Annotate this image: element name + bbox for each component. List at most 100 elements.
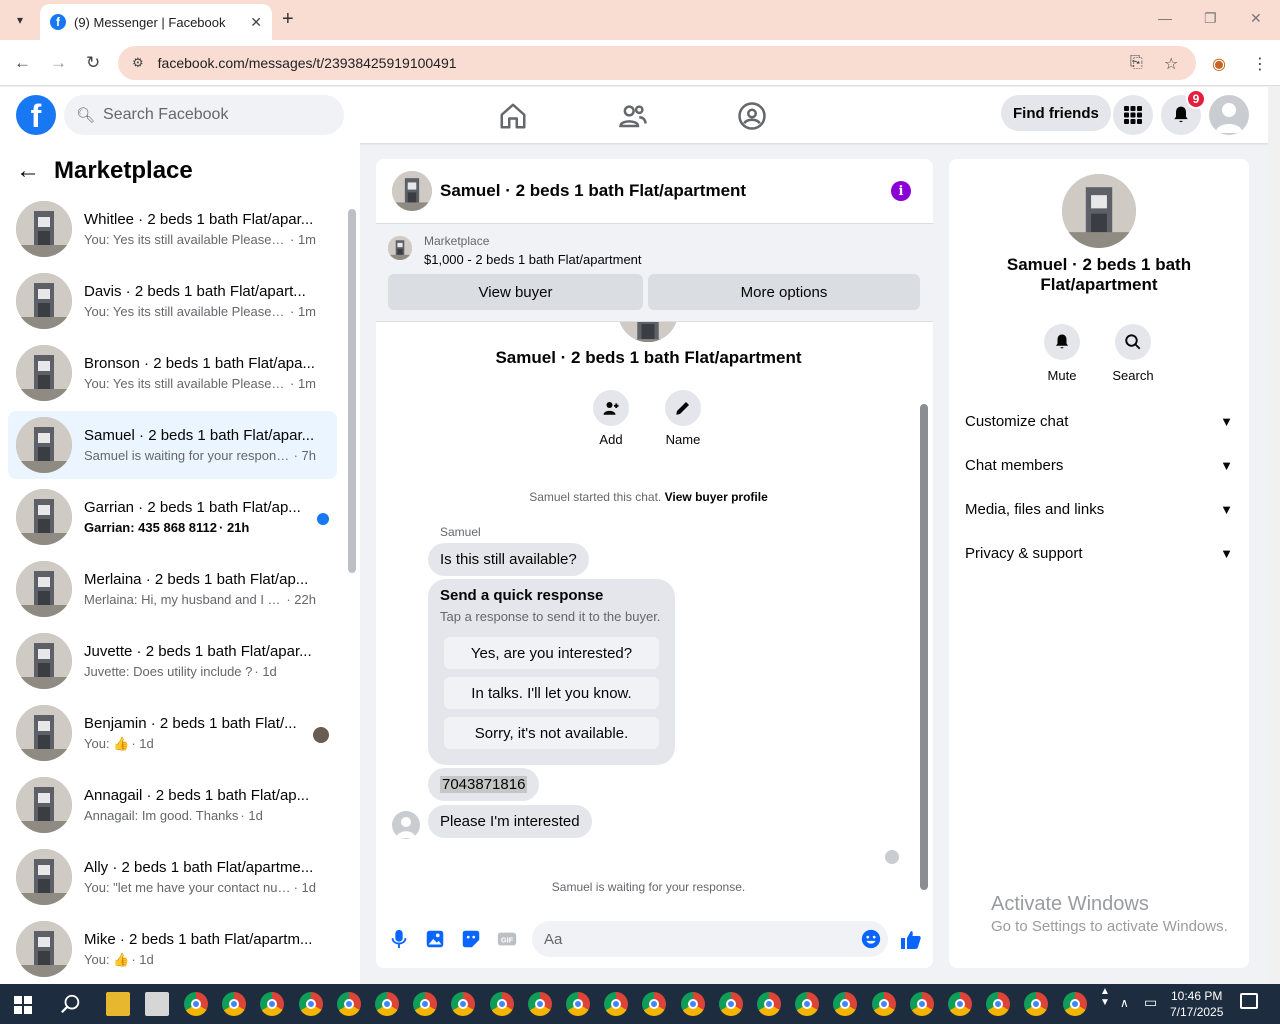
conversation-item[interactable]: Merlaina · 2 beds 1 bath Flat/ap... Merla… bbox=[8, 555, 337, 623]
back-arrow-icon[interactable]: ← bbox=[14, 53, 31, 73]
page-scrollbar[interactable] bbox=[1268, 87, 1280, 984]
chrome-taskbar-icon[interactable] bbox=[566, 992, 590, 1016]
message-input[interactable] bbox=[544, 930, 844, 948]
photo-icon[interactable] bbox=[424, 928, 446, 950]
phone-number[interactable]: 7043871816 bbox=[440, 776, 528, 793]
chrome-taskbar-icon[interactable] bbox=[833, 992, 858, 1016]
chrome-taskbar-icon[interactable] bbox=[948, 992, 972, 1016]
conversation-info-icon[interactable]: i bbox=[891, 181, 911, 201]
chat-title[interactable]: Samuel · 2 beds 1 bath Flat/apartment bbox=[440, 181, 746, 201]
conversation-item[interactable]: Davis · 2 beds 1 bath Flat/apart... You: … bbox=[8, 267, 337, 335]
chrome-taskbar-icon[interactable] bbox=[413, 992, 438, 1016]
message-bubble[interactable]: Please I'm interested bbox=[428, 805, 592, 838]
chrome-taskbar-icon[interactable] bbox=[718, 992, 743, 1016]
view-buyer-profile-link[interactable]: View buyer profile bbox=[665, 490, 768, 504]
message-bubble[interactable]: 7043871816 bbox=[428, 768, 540, 801]
view-buyer-button[interactable]: View buyer bbox=[388, 274, 643, 310]
browser-tab[interactable]: f (9) Messenger | Facebook ✕ bbox=[40, 4, 272, 40]
conversation-item[interactable]: Annagail · 2 beds 1 bath Flat/ap... Annag… bbox=[8, 771, 337, 839]
chrome-taskbar-icon[interactable] bbox=[222, 992, 247, 1016]
paint-icon[interactable] bbox=[145, 992, 169, 1016]
chrome-taskbar-icon[interactable] bbox=[451, 992, 476, 1016]
conversation-picture[interactable] bbox=[1062, 174, 1136, 248]
chrome-taskbar-icon[interactable] bbox=[680, 992, 705, 1016]
chrome-taskbar-icon[interactable] bbox=[489, 992, 514, 1016]
conversation-item[interactable]: Juvette · 2 beds 1 bath Flat/apar... Juve… bbox=[8, 627, 337, 695]
tab-close-icon[interactable]: ✕ bbox=[250, 14, 262, 31]
conversation-item[interactable]: Bronson · 2 beds 1 bath Flat/apa... You: … bbox=[8, 339, 337, 407]
restore-icon[interactable]: ❐ bbox=[1204, 10, 1217, 27]
message-input-box[interactable] bbox=[532, 921, 888, 957]
chrome-taskbar-icon[interactable] bbox=[1024, 992, 1049, 1016]
emoji-icon[interactable] bbox=[860, 928, 882, 950]
chrome-taskbar-icon[interactable] bbox=[795, 992, 820, 1016]
conversation-item[interactable]: Mike · 2 beds 1 bath Flat/apartm... You: … bbox=[8, 915, 337, 983]
quick-response-option[interactable]: Yes, are you interested? bbox=[444, 637, 659, 669]
search-input[interactable] bbox=[103, 106, 324, 124]
conversation-item[interactable]: Samuel · 2 beds 1 bath Flat/apar... Samue… bbox=[8, 411, 337, 479]
add-people-button[interactable]: Add bbox=[581, 390, 641, 447]
name-chat-button[interactable]: Name bbox=[653, 390, 713, 447]
thumbs-up-icon[interactable] bbox=[899, 928, 923, 952]
customize-chat-section[interactable]: Customize chat ▼ bbox=[965, 401, 1233, 441]
home-icon[interactable] bbox=[498, 101, 528, 131]
chrome-taskbar-icon[interactable] bbox=[986, 992, 1011, 1016]
chrome-taskbar-icon[interactable] bbox=[184, 992, 208, 1016]
forward-arrow-icon[interactable]: → bbox=[50, 53, 67, 73]
chrome-taskbar-icon[interactable] bbox=[642, 992, 667, 1016]
network-icon[interactable]: ▭ bbox=[1144, 994, 1157, 1011]
listing-thumbnail[interactable] bbox=[388, 236, 412, 260]
minimize-icon[interactable]: — bbox=[1158, 10, 1172, 26]
facebook-logo[interactable]: f bbox=[16, 95, 56, 135]
chat-scrollbar[interactable] bbox=[920, 404, 928, 890]
groups-icon[interactable] bbox=[737, 101, 767, 131]
tab-search-icon[interactable]: ▾ bbox=[8, 8, 32, 32]
gif-icon[interactable]: GIF bbox=[496, 928, 518, 950]
chrome-taskbar-icon[interactable] bbox=[375, 992, 399, 1016]
conversation-list-scrollbar[interactable] bbox=[348, 209, 356, 573]
taskbar-search-icon[interactable] bbox=[60, 993, 82, 1015]
chrome-taskbar-icon[interactable] bbox=[604, 992, 629, 1016]
chrome-taskbar-icon[interactable] bbox=[336, 992, 361, 1016]
menu-grid-icon[interactable] bbox=[1113, 95, 1153, 135]
find-friends-button[interactable]: Find friends bbox=[1001, 95, 1111, 131]
quick-response-option[interactable]: Sorry, it's not available. bbox=[444, 717, 659, 749]
chrome-taskbar-icon[interactable] bbox=[298, 992, 323, 1016]
conversation-item[interactable]: Whitlee · 2 beds 1 bath Flat/apar... You:… bbox=[8, 195, 337, 263]
system-clock[interactable]: 10:46 PM 7/17/2025 bbox=[1170, 988, 1223, 1020]
message-bubble[interactable]: Is this still available? bbox=[428, 543, 589, 576]
conversation-item[interactable]: Ally · 2 beds 1 bath Flat/apartme... You:… bbox=[8, 843, 337, 911]
listing-price[interactable]: $1,000 - 2 beds 1 bath Flat/apartment bbox=[424, 252, 642, 267]
more-options-button[interactable]: More options bbox=[648, 274, 920, 310]
quick-response-option[interactable]: In talks. I'll let you know. bbox=[444, 677, 659, 709]
chrome-taskbar-icon[interactable] bbox=[871, 992, 896, 1016]
sender-avatar[interactable] bbox=[392, 811, 420, 839]
privacy-support-section[interactable]: Privacy & support ▼ bbox=[965, 533, 1233, 573]
conversation-item[interactable]: Garrian · 2 beds 1 bath Flat/ap... Garria… bbox=[8, 483, 337, 551]
mute-button[interactable]: Mute bbox=[1032, 324, 1092, 383]
install-app-icon[interactable]: ⎘ bbox=[1130, 54, 1143, 72]
chrome-taskbar-icon[interactable] bbox=[909, 992, 934, 1016]
chrome-taskbar-icon[interactable] bbox=[1062, 992, 1087, 1016]
notification-center-icon[interactable] bbox=[1240, 993, 1258, 1009]
window-close-icon[interactable]: ✕ bbox=[1250, 10, 1262, 27]
facebook-search[interactable]: 🔍︎ bbox=[64, 95, 344, 135]
address-bar[interactable]: ⚙ facebook.com/messages/t/23938425919100… bbox=[118, 46, 1196, 80]
profile-icon[interactable]: ◉ bbox=[1212, 54, 1226, 74]
windows-start-icon[interactable] bbox=[14, 996, 32, 1014]
file-explorer-icon[interactable] bbox=[106, 992, 130, 1016]
friends-icon[interactable] bbox=[618, 101, 648, 131]
search-conversation-button[interactable]: Search bbox=[1103, 324, 1163, 383]
chat-members-section[interactable]: Chat members ▼ bbox=[965, 445, 1233, 485]
media-files-links-section[interactable]: Media, files and links ▼ bbox=[965, 489, 1233, 529]
account-avatar[interactable] bbox=[1209, 95, 1249, 135]
bookmark-star-icon[interactable]: ☆ bbox=[1164, 54, 1178, 74]
url-text[interactable]: facebook.com/messages/t/2393842591910049… bbox=[158, 55, 457, 71]
site-info-icon[interactable]: ⚙ bbox=[132, 55, 144, 71]
chrome-taskbar-icon[interactable] bbox=[757, 992, 781, 1016]
browser-menu-icon[interactable]: ⋮ bbox=[1252, 54, 1268, 74]
chrome-taskbar-icon[interactable] bbox=[260, 992, 285, 1016]
back-arrow-icon[interactable]: ← bbox=[16, 157, 40, 185]
microphone-icon[interactable] bbox=[388, 928, 410, 950]
chrome-taskbar-icon[interactable] bbox=[527, 992, 552, 1016]
